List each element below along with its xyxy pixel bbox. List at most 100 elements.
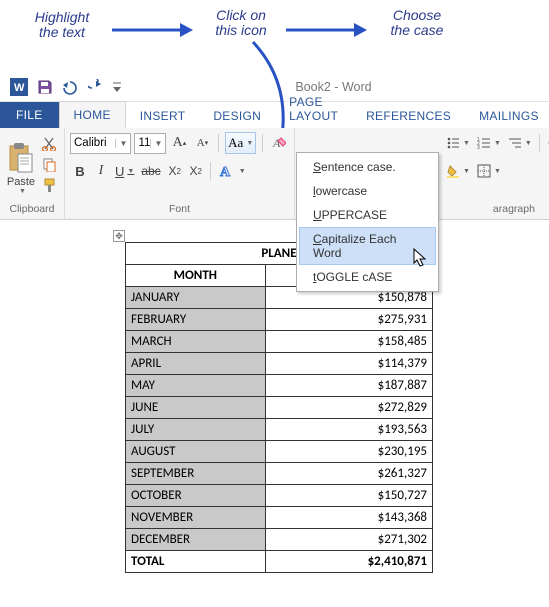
underline-button[interactable]: U▼: [112, 160, 137, 182]
separator: [539, 134, 540, 152]
month-cell[interactable]: NOVEMBER: [126, 507, 266, 529]
table-row: AUGUST$230,195: [126, 441, 433, 463]
month-cell[interactable]: JUNE: [126, 397, 266, 419]
month-cell[interactable]: FEBRUARY: [126, 309, 266, 331]
redo-icon[interactable]: [84, 74, 110, 100]
amount-cell[interactable]: $272,829: [265, 397, 432, 419]
superscript-button[interactable]: X2: [186, 160, 206, 182]
shading-icon[interactable]: ▼: [443, 160, 473, 182]
annot-step3: Choosethe case: [382, 8, 452, 39]
change-case-glyph: Aa: [228, 135, 243, 151]
chevron-down-icon: ▼: [463, 140, 470, 147]
tab-references[interactable]: REFERENCES: [352, 103, 465, 128]
document-area: ✥ PLANE MONTH JANUARY$150,878FEBRUARY$27…: [0, 220, 549, 583]
separator: [262, 134, 263, 152]
clear-formatting-icon[interactable]: A: [269, 132, 289, 154]
menu-toggle-case[interactable]: tOGGLE cASE: [299, 265, 436, 289]
svg-text:W: W: [14, 82, 25, 94]
copy-icon[interactable]: [39, 154, 59, 174]
table-row: OCTOBER$150,727: [126, 485, 433, 507]
amount-cell[interactable]: $230,195: [265, 441, 432, 463]
shrink-font-icon[interactable]: A▾: [192, 132, 212, 154]
font-label: Font: [70, 203, 289, 218]
paste-button[interactable]: Paste ▼: [5, 131, 37, 203]
table-row: DECEMBER$271,302: [126, 529, 433, 551]
tab-insert[interactable]: INSERT: [126, 103, 200, 128]
qat-customize-icon[interactable]: [110, 74, 124, 100]
amount-cell[interactable]: $158,485: [265, 331, 432, 353]
amount-cell[interactable]: $114,379: [265, 353, 432, 375]
amount-cell[interactable]: $187,887: [265, 375, 432, 397]
decrease-indent-icon[interactable]: [544, 132, 549, 154]
group-paragraph: ▼ 123▼ ▼ ▼ ▼ aragraph: [438, 128, 549, 219]
total-label[interactable]: TOTAL: [126, 551, 266, 573]
month-cell[interactable]: SEPTEMBER: [126, 463, 266, 485]
format-painter-icon[interactable]: [39, 175, 59, 195]
table-row: FEBRUARY$275,931: [126, 309, 433, 331]
borders-icon[interactable]: ▼: [474, 160, 504, 182]
chevron-down-icon: ▼: [150, 139, 162, 148]
font-name-combo[interactable]: Calibri ▼: [70, 133, 131, 154]
word-app-icon[interactable]: W: [6, 74, 32, 100]
svg-text:3: 3: [477, 145, 480, 150]
font-size-value: 11: [138, 137, 150, 149]
table-row: JUNE$272,829: [126, 397, 433, 419]
clipboard-label: Clipboard: [5, 203, 59, 218]
svg-text:A: A: [220, 165, 231, 179]
amount-cell[interactable]: $271,302: [265, 529, 432, 551]
menu-uppercase[interactable]: UPPERCASE: [299, 203, 436, 227]
group-clipboard: Paste ▼ Clipboard: [0, 128, 65, 219]
total-value[interactable]: $2,410,871: [265, 551, 432, 573]
chevron-down-icon: ▼: [239, 168, 246, 175]
month-cell[interactable]: APRIL: [126, 353, 266, 375]
tab-mailings[interactable]: MAILINGS: [465, 103, 549, 128]
month-cell[interactable]: MARCH: [126, 331, 266, 353]
multilevel-list-icon[interactable]: ▼: [505, 132, 535, 154]
menu-sentence-case[interactable]: Sentence case.: [299, 155, 436, 179]
save-icon[interactable]: [32, 74, 58, 100]
text-effects-icon[interactable]: A▼: [215, 160, 249, 182]
tab-home[interactable]: HOME: [59, 101, 126, 128]
grow-font-icon[interactable]: A▴: [169, 132, 189, 154]
tab-file[interactable]: FILE: [0, 102, 59, 128]
numbering-icon[interactable]: 123▼: [474, 132, 504, 154]
col-header-month[interactable]: MONTH: [126, 265, 266, 287]
amount-cell[interactable]: $193,563: [265, 419, 432, 441]
subscript-button[interactable]: X2: [165, 160, 185, 182]
month-cell[interactable]: JULY: [126, 419, 266, 441]
menu-lowercase[interactable]: lowercase: [299, 179, 436, 203]
amount-cell[interactable]: $143,368: [265, 507, 432, 529]
month-cell[interactable]: MAY: [126, 375, 266, 397]
paragraph-label: aragraph: [443, 203, 549, 218]
table-row: MARCH$158,485: [126, 331, 433, 353]
separator: [218, 134, 219, 152]
bullets-icon[interactable]: ▼: [443, 132, 473, 154]
strikethrough-button[interactable]: abc: [138, 160, 163, 182]
menu-capitalize-each-word[interactable]: Capitalize Each Word: [299, 227, 436, 265]
change-case-button[interactable]: Aa ▼: [225, 132, 256, 154]
amount-cell[interactable]: $150,727: [265, 485, 432, 507]
month-cell[interactable]: JANUARY: [126, 287, 266, 309]
chevron-down-icon: ▼: [19, 188, 26, 195]
undo-icon[interactable]: [58, 74, 84, 100]
cut-icon[interactable]: [39, 133, 59, 153]
chevron-down-icon: ▼: [115, 139, 127, 148]
bold-button[interactable]: B: [70, 160, 90, 182]
amount-cell[interactable]: $275,931: [265, 309, 432, 331]
table-row: JULY$193,563: [126, 419, 433, 441]
change-case-menu: Sentence case. lowercase UPPERCASE Capit…: [296, 152, 439, 292]
table-row: MAY$187,887: [126, 375, 433, 397]
table-move-handle-icon[interactable]: ✥: [113, 230, 125, 242]
month-cell[interactable]: AUGUST: [126, 441, 266, 463]
month-cell[interactable]: OCTOBER: [126, 485, 266, 507]
chevron-down-icon: ▼: [127, 168, 134, 175]
separator: [210, 162, 211, 180]
font-name-value: Calibri: [74, 137, 107, 149]
amount-cell[interactable]: $261,327: [265, 463, 432, 485]
month-cell[interactable]: DECEMBER: [126, 529, 266, 551]
italic-button[interactable]: I: [91, 160, 111, 182]
table-row: SEPTEMBER$261,327: [126, 463, 433, 485]
ribbon: Paste ▼ Clipboard Calibri▼ 11▼ A▴ A▾ Aa …: [0, 128, 549, 220]
font-size-combo[interactable]: 11▼: [134, 133, 166, 154]
chevron-down-icon: ▼: [494, 140, 501, 147]
